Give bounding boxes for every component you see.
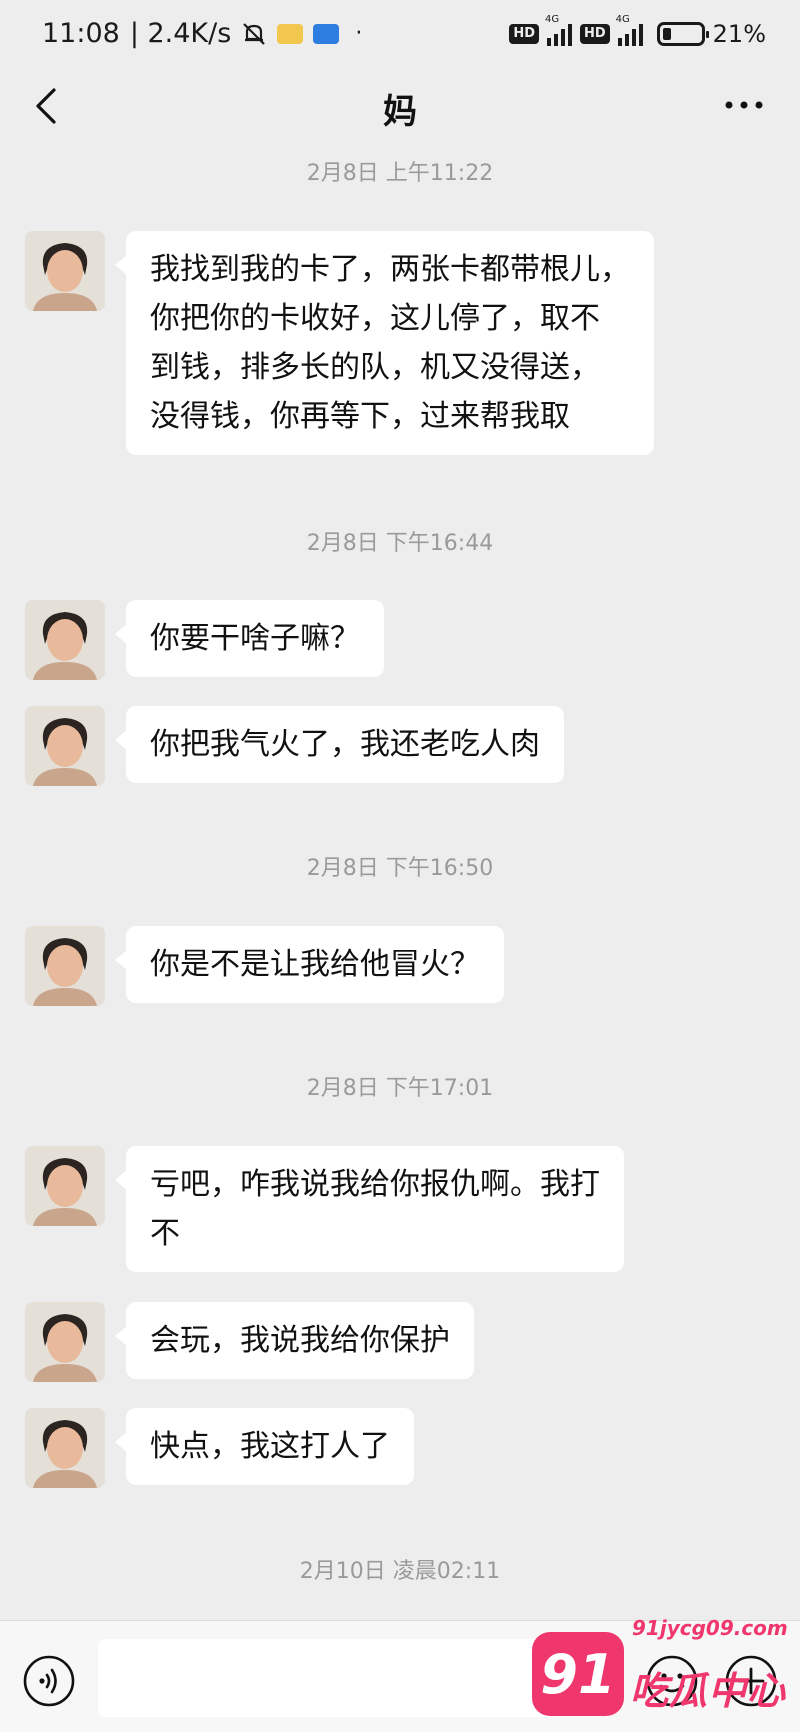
- timestamp: 2月8日 下午16:50: [306, 856, 494, 881]
- message-line: 你把你的卡收好，这儿停了，取不: [150, 301, 600, 336]
- status-bar: 11:08 | 2.4K/s · HD 4G HD 4G 21%: [0, 0, 800, 70]
- timestamp: 2月10日 凌晨02:11: [299, 1559, 501, 1584]
- chat-header: 妈: [0, 70, 800, 142]
- notification-yellow-icon: [277, 23, 304, 44]
- avatar[interactable]: [25, 1146, 105, 1226]
- avatar[interactable]: [25, 706, 105, 786]
- more-dots-icon[interactable]: [724, 96, 764, 114]
- network-type-2: 4G: [615, 14, 630, 25]
- watermark-url: 91jycg09.com: [632, 1616, 788, 1640]
- network-type-1: 4G: [544, 14, 560, 25]
- bell-muted-icon: [243, 22, 266, 45]
- message-line: 没得钱，你再等下，过来帮我取: [150, 399, 570, 434]
- status-right: HD 4G HD 4G 21%: [509, 14, 766, 48]
- avatar[interactable]: [25, 600, 105, 680]
- hd-badge-1: HD: [509, 24, 539, 44]
- message-input[interactable]: [98, 1639, 556, 1717]
- message-line: 你把我气火了，我还老吃人肉: [150, 727, 540, 762]
- avatar-image: [25, 600, 105, 680]
- message-bubble[interactable]: 亏吧，咋我说我给你报仇啊。我打 不: [115, 1146, 624, 1272]
- voice-icon[interactable]: [22, 1654, 76, 1708]
- message-bubble[interactable]: 你要干啥子嘛？: [115, 600, 384, 677]
- watermark-name: 吃瓜中心: [630, 1669, 787, 1713]
- chat-title: 妈: [383, 92, 417, 132]
- message-bubble[interactable]: 我找到我的卡了，两张卡都带根儿， 你把你的卡收好，这儿停了，取不 到钱，排多长的…: [115, 231, 654, 455]
- message-bubble[interactable]: 你是不是让我给他冒火？: [115, 926, 504, 1003]
- chat-screen: 11:08 | 2.4K/s · HD 4G HD 4G 21% 妈 2月8日 …: [0, 0, 800, 1732]
- message-bubble[interactable]: 快点，我这打人了: [115, 1408, 414, 1485]
- watermark-badge: 91: [532, 1632, 624, 1716]
- message-line: 亏吧，咋我说我给你报仇啊。我打: [150, 1167, 600, 1202]
- status-time: 11:08: [42, 18, 120, 49]
- hd-badge-2: HD: [579, 24, 610, 44]
- status-left: 11:08 | 2.4K/s ·: [42, 18, 362, 49]
- avatar-image: [25, 1302, 105, 1382]
- avatar-image: [25, 231, 105, 311]
- avatar[interactable]: [25, 231, 105, 311]
- battery-icon: [656, 22, 709, 46]
- status-dot: ·: [355, 21, 363, 46]
- timestamp: 2月8日 下午17:01: [306, 1076, 494, 1101]
- message-line: 我找到我的卡了，两张卡都带根儿，: [150, 252, 630, 287]
- message-line: 会玩，我说我给你保护: [150, 1323, 450, 1358]
- avatar[interactable]: [25, 1408, 105, 1488]
- message-bubble[interactable]: 你把我气火了，我还老吃人肉: [115, 706, 564, 783]
- avatar-image: [25, 1408, 105, 1488]
- notification-blue-icon: [313, 23, 340, 44]
- avatar-image: [25, 706, 105, 786]
- message-line: 你是不是让我给他冒火？: [150, 947, 480, 982]
- avatar[interactable]: [25, 1302, 105, 1382]
- message-line: 不: [150, 1216, 180, 1251]
- message-line: 快点，我这打人了: [150, 1429, 390, 1464]
- message-line: 到钱，排多长的队，机又没得送，: [150, 350, 600, 385]
- avatar-image: [25, 926, 105, 1006]
- battery-fill: [662, 28, 671, 40]
- avatar-image: [25, 1146, 105, 1226]
- avatar[interactable]: [25, 926, 105, 1006]
- battery-percent: 21%: [712, 20, 766, 48]
- network-speed: | 2.4K/s: [129, 18, 232, 49]
- timestamp: 2月8日 上午11:22: [306, 161, 494, 186]
- signal-icon-2: 4G: [616, 14, 643, 46]
- message-line: 你要干啥子嘛？: [150, 621, 360, 656]
- timestamp: 2月8日 下午16:44: [306, 531, 494, 556]
- message-bubble[interactable]: 会玩，我说我给你保护: [115, 1302, 474, 1379]
- signal-icon: 4G: [545, 14, 572, 46]
